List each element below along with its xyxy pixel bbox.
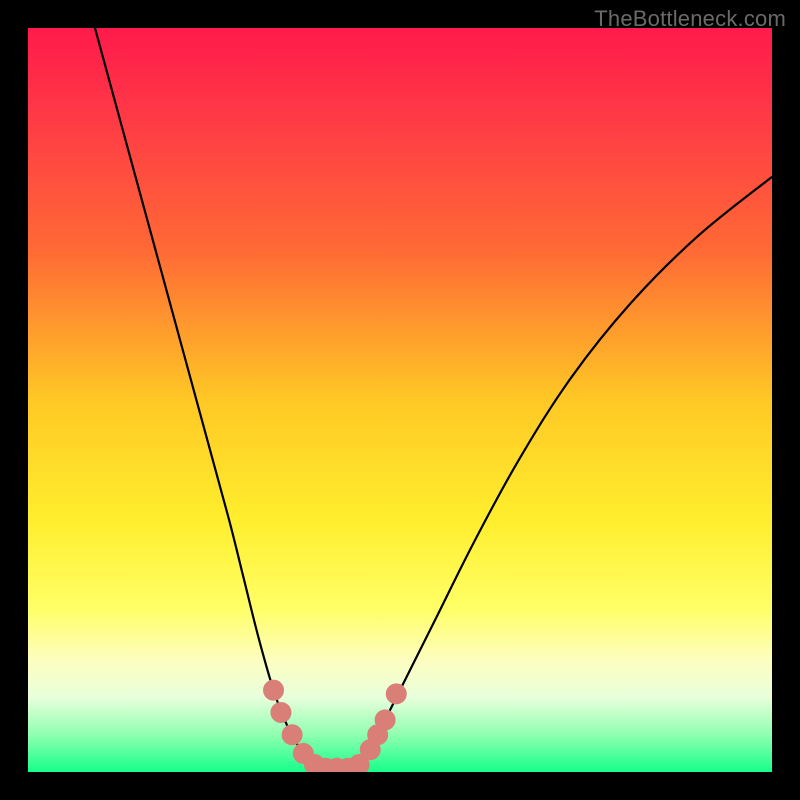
- plot-area: [28, 28, 772, 772]
- outer-frame: TheBottleneck.com: [0, 0, 800, 800]
- data-marker: [386, 684, 406, 704]
- data-marker: [264, 680, 284, 700]
- data-marker: [271, 702, 291, 722]
- data-marker: [282, 725, 302, 745]
- chart-svg: [28, 28, 772, 772]
- watermark-text: TheBottleneck.com: [594, 6, 786, 32]
- gradient-background: [28, 28, 772, 772]
- data-marker: [375, 710, 395, 730]
